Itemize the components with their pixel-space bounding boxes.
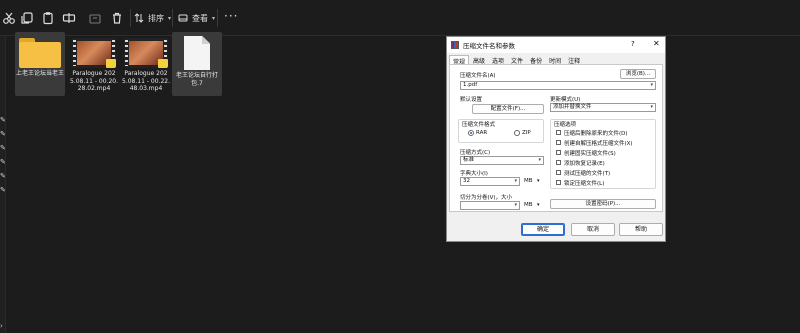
profile-button[interactable]: 配置文件(F)... <box>472 104 544 114</box>
copy-icon[interactable] <box>19 10 35 26</box>
file-name: Paralogue 2025.08.11 - 00.20.28.02.mp4 <box>70 70 118 92</box>
chevron-down-icon: ▾ <box>650 104 653 110</box>
default-settings-label: 默认设置 <box>460 97 483 103</box>
pin-icon[interactable]: ✎ <box>0 172 6 180</box>
zip-radio[interactable] <box>514 130 520 136</box>
close-icon[interactable]: ✕ <box>653 39 660 48</box>
chevron-down-icon: ▾ <box>168 14 172 22</box>
chevron-down-icon: ▾ <box>537 202 540 208</box>
document-icon <box>184 36 210 70</box>
delete-icon[interactable] <box>109 10 125 26</box>
dialog-title: 压缩文件名和参数 <box>463 42 515 50</box>
more-options-button[interactable]: ··· <box>224 9 238 23</box>
cancel-button[interactable]: 取消 <box>571 223 615 236</box>
view-label: 查看 <box>192 13 208 23</box>
archive-dialog: 压缩文件名和参数 ? ✕ 常规 高级 选项 文件 备份 时间 注释 压缩文件名(… <box>446 36 666 242</box>
ok-button[interactable]: 确定 <box>521 223 565 236</box>
pin-icon[interactable]: ✎ <box>0 144 6 152</box>
file-name: Paralogue 2025.08.11 - 00.22.48.03.mp4 <box>122 70 170 92</box>
sort-label: 排序 <box>148 13 164 23</box>
option-label: 测试压缩的文件(T) <box>564 171 611 177</box>
rename-icon[interactable] <box>61 10 77 26</box>
chevron-down-icon: ▾ <box>537 178 540 184</box>
view-icon <box>178 14 188 22</box>
method-value: 标准 <box>463 157 475 163</box>
help-button[interactable]: 帮助 <box>619 223 663 236</box>
help-icon[interactable]: ? <box>631 40 635 48</box>
format-group-label: 压缩文件格式 <box>462 122 496 128</box>
pin-icon[interactable]: ✎ <box>0 116 6 124</box>
general-panel: 压缩文件名(A) 浏览(B)... 1.pdf ▾ 默认设置 配置文件(F)..… <box>449 64 663 212</box>
toolbar-divider <box>172 9 173 27</box>
navigation-pane: ✎ ✎ ✎ ✎ ✎ ✎ › <box>0 36 6 333</box>
update-mode-select[interactable]: 添加并替换文件 ▾ <box>550 103 656 112</box>
chevron-down-icon: ▾ <box>538 157 541 163</box>
file-item-folder[interactable]: 上老王论坛当老王 <box>15 32 65 96</box>
method-select[interactable]: 标准 ▾ <box>460 156 544 165</box>
option-checkbox[interactable] <box>556 130 561 135</box>
dict-unit: MB <box>524 178 533 184</box>
update-mode-value: 添加并替换文件 <box>553 104 592 110</box>
file-item-document[interactable]: 老王论坛自行打包.7 <box>172 32 222 96</box>
view-button[interactable]: 查看 ▾ <box>178 9 215 27</box>
dict-label: 字典大小(I) <box>460 171 488 177</box>
option-checkbox[interactable] <box>556 180 561 185</box>
dialog-titlebar: 压缩文件名和参数 ? ✕ <box>447 37 665 53</box>
zip-label: ZIP <box>522 130 531 136</box>
share-icon[interactable] <box>87 10 103 26</box>
option-label: 创建固实压缩文件(S) <box>564 151 616 157</box>
winrar-icon <box>451 41 459 49</box>
chevron-down-icon: ▾ <box>212 14 216 22</box>
split-unit: MB <box>524 202 533 208</box>
archive-name-value: 1.pdf <box>463 82 478 88</box>
browse-button[interactable]: 浏览(B)... <box>620 69 656 79</box>
option-checkbox[interactable] <box>556 150 561 155</box>
cut-icon[interactable] <box>1 10 17 26</box>
file-name: 老王论坛自行打包.7 <box>175 72 218 87</box>
option-checkbox[interactable] <box>556 160 561 165</box>
file-name: 上老王论坛当老王 <box>16 70 65 77</box>
rar-radio[interactable] <box>468 130 474 136</box>
set-password-button[interactable]: 设置密码(P)... <box>550 199 656 209</box>
file-item-video[interactable]: Paralogue 2025.08.11 - 00.22.48.03.mp4 <box>121 32 171 96</box>
archive-name-label: 压缩文件名(A) <box>460 73 496 79</box>
option-checkbox[interactable] <box>556 170 561 175</box>
rar-label: RAR <box>476 130 488 136</box>
option-label: 压缩后删除原来的文件(D) <box>564 131 628 137</box>
paste-icon[interactable] <box>40 10 56 26</box>
archive-name-field[interactable]: 1.pdf ▾ <box>460 81 656 90</box>
option-label: 创建自解压格式压缩文件(X) <box>564 141 633 147</box>
options-group-label: 压缩选项 <box>554 122 577 128</box>
folder-icon <box>19 38 61 68</box>
video-thumbnail-icon <box>124 38 168 68</box>
dict-select[interactable]: 32 ▾ <box>460 177 520 186</box>
option-label: 添加恢复记录(E) <box>564 161 605 167</box>
split-label: 切分为分卷(V)，大小 <box>460 195 513 201</box>
pin-icon[interactable]: ✎ <box>0 158 6 166</box>
toolbar-divider <box>217 9 218 27</box>
option-checkbox[interactable] <box>556 140 561 145</box>
chevron-down-icon: ▾ <box>514 178 517 184</box>
video-thumbnail-icon <box>72 38 116 68</box>
dict-value: 32 <box>463 178 470 184</box>
sort-icon <box>134 13 144 23</box>
chevron-right-icon[interactable]: › <box>0 322 6 330</box>
sort-button[interactable]: 排序 ▾ <box>134 9 171 27</box>
command-bar: 排序 ▾ 查看 ▾ ··· <box>0 0 800 36</box>
update-mode-label: 更新模式(U) <box>550 97 581 103</box>
file-item-video[interactable]: Paralogue 2025.08.11 - 00.20.28.02.mp4 <box>69 32 119 96</box>
toolbar-divider <box>130 9 131 27</box>
option-label: 锁定压缩文件(L) <box>564 181 605 187</box>
pin-icon[interactable]: ✎ <box>0 186 6 194</box>
chevron-down-icon: ▾ <box>650 82 653 88</box>
pin-icon[interactable]: ✎ <box>0 130 6 138</box>
split-size-field[interactable]: ▾ <box>460 201 520 210</box>
method-label: 压缩方式(C) <box>460 150 491 156</box>
chevron-down-icon: ▾ <box>514 202 517 208</box>
